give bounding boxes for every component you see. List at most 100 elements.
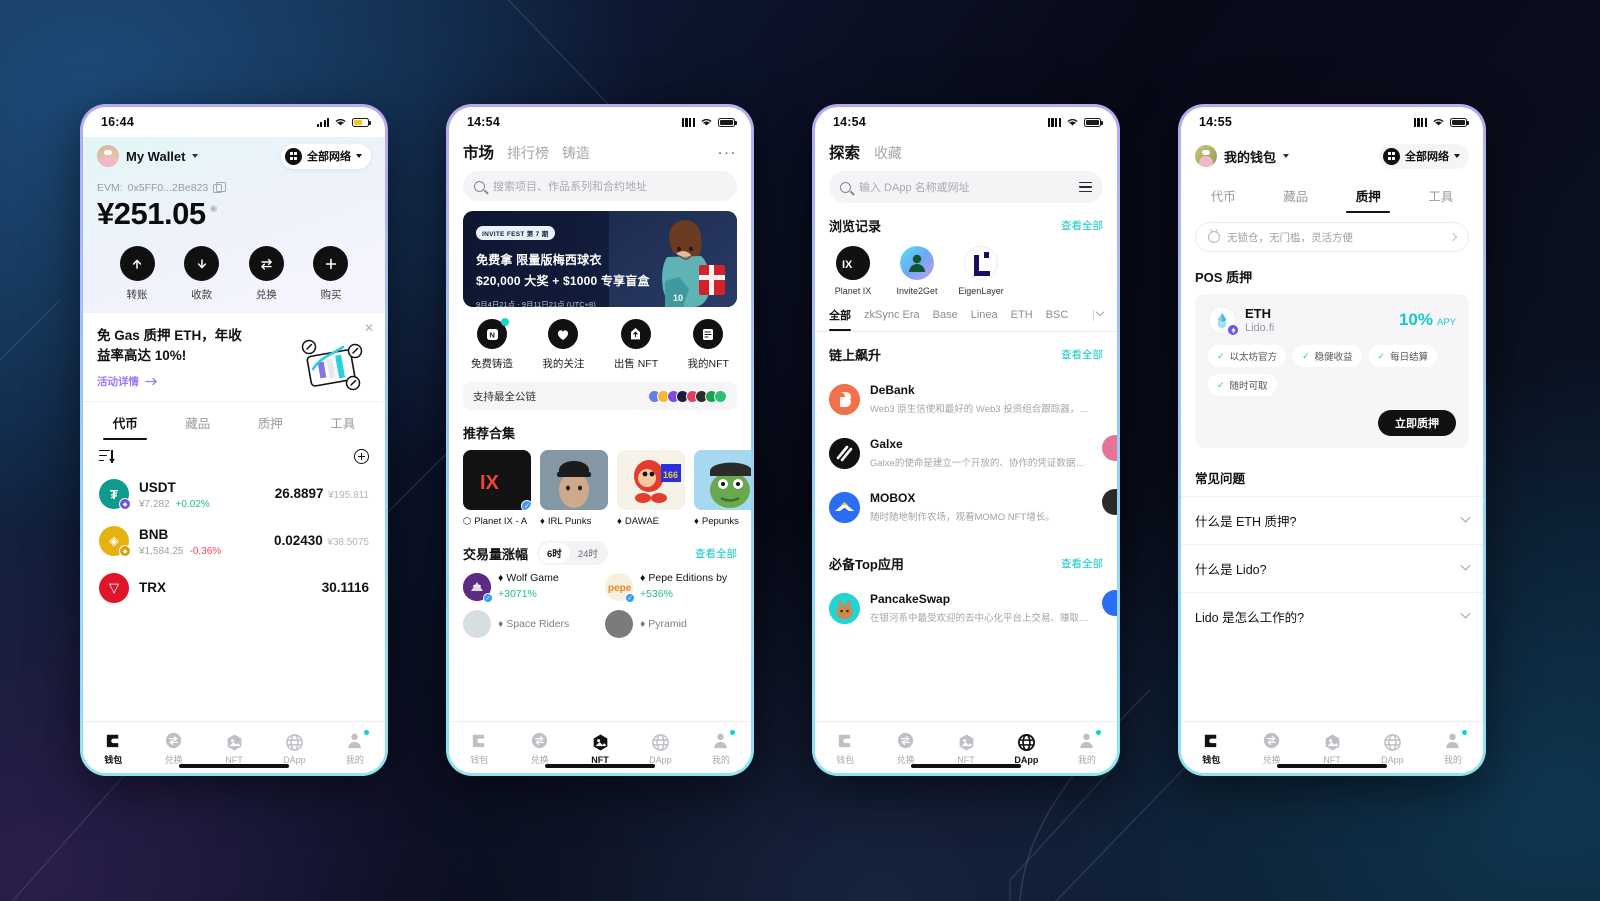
history-item-planet-ix[interactable]: IX Planet IX [829, 246, 877, 296]
dapp-row-pancakeswap[interactable]: PancakeSwap 在银河系中最受欢迎的去中心化平台上交易、赚取… [815, 581, 1117, 635]
chain-tab-zksync[interactable]: zkSync Era [864, 309, 920, 329]
wallet-selector[interactable]: My Wallet [97, 145, 199, 167]
staking-promo-bar[interactable]: 无锁仓，无门槛，灵活方便 [1195, 222, 1469, 252]
quick-favorites[interactable]: 我的关注 [542, 319, 584, 371]
promo-banner-messi[interactable]: 10 INVITE FEST 第 7 期 免费拿 限量版梅西球衣 $20,000… [463, 211, 737, 307]
more-dots-icon[interactable]: ··· [718, 145, 738, 160]
pill-6h[interactable]: 6时 [539, 543, 570, 563]
tab-staking[interactable]: 质押 [234, 402, 307, 440]
action-send[interactable]: 转账 [109, 246, 165, 302]
action-receive[interactable]: 收款 [174, 246, 230, 302]
tab-mint[interactable]: 铸造 [562, 143, 590, 163]
collection-card[interactable]: 166 ♦ DAWAE [617, 450, 685, 527]
collections-carousel[interactable]: IX ✓ ⬡ Planet IX - A ♦ IRL Punks 166 ♦ D… [449, 450, 751, 527]
volume-item[interactable]: ♦ Pyramid [605, 610, 737, 638]
eye-toggle-icon[interactable]: ◉ [210, 203, 218, 214]
search-input[interactable]: 搜索项目、作品系列和合约地址 [463, 171, 737, 201]
tab-tools[interactable]: 工具 [1405, 175, 1478, 213]
stake-now-button[interactable]: 立即质押 [1378, 410, 1456, 436]
chain-tabs-expand[interactable] [1093, 307, 1105, 329]
wallet-selector[interactable]: 我的钱包 [1195, 145, 1290, 167]
tabbar-item-nft[interactable]: NFT [204, 733, 264, 765]
chain-tab-all[interactable]: 全部 [829, 307, 851, 331]
tab-collectibles[interactable]: 藏品 [162, 402, 235, 440]
tab-collectibles[interactable]: 藏品 [1260, 175, 1333, 213]
tab-staking[interactable]: 质押 [1332, 175, 1405, 213]
tab-favorites[interactable]: 收藏 [874, 143, 902, 163]
faq-item-lido[interactable]: 什么是 Lido? [1181, 544, 1483, 592]
token-row-usdt[interactable]: ₮ ◆ USDT ¥7.282 +0.02% 26.8897 ¥195.811 [83, 471, 385, 518]
chain-tab-linea[interactable]: Linea [971, 309, 998, 329]
tabbar-item-wallet[interactable]: 钱包 [83, 731, 143, 766]
token-row-trx[interactable]: ▽ TRX 30.1116 [83, 565, 385, 611]
collection-card[interactable]: IX ✓ ⬡ Planet IX - A [463, 450, 531, 527]
phone-dapp-explore: 14:54 探索 收藏 输入 DApp 名称或网址 浏览记录 查看全部 IX P… [812, 104, 1120, 776]
tabbar-item-swap[interactable]: 兑换 [143, 731, 203, 766]
volume-item[interactable]: pepe ✓ ♦ Pepe Editions by +536% [605, 572, 737, 603]
tab-market[interactable]: 市场 [463, 141, 494, 163]
collection-card[interactable]: ♦ Pepunks [694, 450, 751, 527]
volume-see-all[interactable]: 查看全部 [695, 546, 737, 561]
tabbar-item-wallet[interactable]: 钱包 [815, 731, 875, 766]
tab-ranking[interactable]: 排行榜 [507, 143, 549, 163]
network-selector-button[interactable]: 全部网络 [281, 143, 371, 169]
copy-icon[interactable] [213, 182, 227, 193]
tabbar-item-profile[interactable]: 我的 [325, 730, 385, 766]
sort-icon[interactable] [99, 449, 115, 463]
faq-item-lido-how[interactable]: Lido 是怎么工作的? [1181, 592, 1483, 640]
chain-tab-bsc[interactable]: BSC [1046, 309, 1069, 329]
stake-chip: ✓ 随时可取 [1208, 374, 1277, 396]
tabbar-item-swap[interactable]: 兑换 [875, 731, 935, 766]
collection-card[interactable]: ♦ IRL Punks [540, 450, 608, 527]
history-see-all[interactable]: 查看全部 [1061, 218, 1103, 233]
tabbar-item-swap[interactable]: 兑换 [1241, 731, 1301, 766]
action-swap[interactable]: 兑换 [238, 246, 294, 302]
tab-tools[interactable]: 工具 [307, 402, 380, 440]
tabbar-item-dapp[interactable]: DApp [264, 733, 324, 765]
network-selector-button[interactable]: 全部网络 [1379, 143, 1469, 169]
tabbar-item-profile[interactable]: 我的 [1057, 730, 1117, 766]
supported-chains-row[interactable]: 支持最全公链 [463, 382, 737, 410]
chain-tab-base[interactable]: Base [933, 309, 958, 329]
scan-icon[interactable] [1079, 181, 1092, 193]
history-item-invite2get[interactable]: Invite2Get [893, 246, 941, 296]
home-indicator [179, 764, 289, 768]
promo-banner[interactable]: ✕ 免 Gas 质押 ETH，年收 益率高达 10%! 活动详情 [83, 312, 385, 401]
dapp-row-mobox[interactable]: MOBOX 随时随地制作农场，观看MOMO NFT增长。 [815, 480, 1117, 534]
dapp-search-input[interactable]: 输入 DApp 名称或网址 [829, 171, 1103, 203]
wallet-address-row[interactable]: EVM: 0x5FF0...2Be823 [97, 182, 371, 194]
history-item-eigenlayer[interactable]: EigenLayer [957, 246, 1005, 296]
volume-item[interactable]: ♦ Space Riders [463, 610, 595, 638]
tabbar-item-swap[interactable]: 兑换 [509, 731, 569, 766]
staking-card-eth[interactable]: ETH Lido.fi 10% APY ✓ 以太坊官方 ✓ 稳健收益 ✓ 每日结算 ✓… [1195, 294, 1469, 448]
top-apps-see-all[interactable]: 查看全部 [1061, 556, 1103, 571]
tabbar-item-profile[interactable]: 我的 [691, 730, 751, 766]
quick-sell-nft[interactable]: 出售 NFT [614, 319, 658, 371]
dapp-row-galxe[interactable]: Galxe Galxe的使命是建立一个开放的、协作的凭证数据… [815, 426, 1117, 480]
tabbar-item-dapp[interactable]: DApp [996, 733, 1056, 765]
tabbar-item-profile[interactable]: 我的 [1423, 730, 1483, 766]
action-buy[interactable]: 购买 [303, 246, 359, 302]
close-icon[interactable]: ✕ [364, 322, 374, 334]
tab-tokens[interactable]: 代币 [89, 402, 162, 440]
quick-free-mint[interactable]: N 免费铸造 [471, 318, 513, 371]
volume-item[interactable]: ✓ ♦ Wolf Game +3071% [463, 572, 595, 603]
tabbar-item-nft[interactable]: NFT [1302, 733, 1362, 765]
token-row-bnb[interactable]: ◈ ◆ BNB ¥1,584.25 -0.36% 0.02430 ¥38.507… [83, 518, 385, 565]
pill-24h[interactable]: 24时 [570, 543, 606, 563]
tab-tokens[interactable]: 代币 [1187, 175, 1260, 213]
quick-my-nft[interactable]: 我的NFT [688, 319, 729, 371]
svg-text:N: N [489, 330, 494, 339]
tabbar-item-dapp[interactable]: DApp [1362, 733, 1422, 765]
add-token-icon[interactable] [354, 448, 369, 464]
faq-item-eth-staking[interactable]: 什么是 ETH 质押? [1181, 496, 1483, 544]
dapp-row-debank[interactable]: DeBank Web3 原生信使和最好的 Web3 投资组合跟踪器，… [815, 372, 1117, 426]
tabbar-item-wallet[interactable]: 钱包 [449, 731, 509, 766]
tabbar-item-dapp[interactable]: DApp [630, 733, 690, 765]
tabbar-item-nft[interactable]: NFT [936, 733, 996, 765]
chain-tab-eth[interactable]: ETH [1011, 309, 1033, 329]
tabbar-item-wallet[interactable]: 钱包 [1181, 731, 1241, 766]
tab-explore[interactable]: 探索 [829, 141, 860, 163]
trending-see-all[interactable]: 查看全部 [1061, 347, 1103, 362]
tabbar-item-nft[interactable]: NFT [570, 733, 630, 765]
